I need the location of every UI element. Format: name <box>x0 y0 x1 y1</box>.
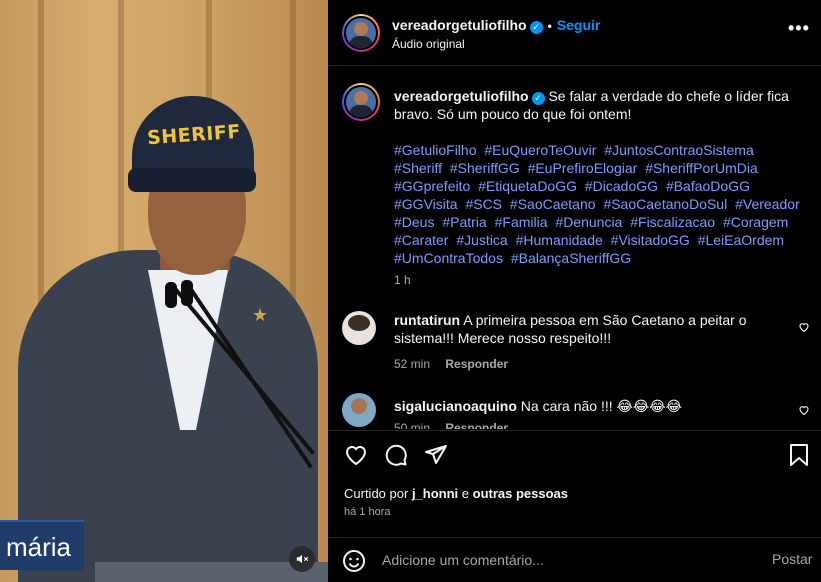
comment-meta: 50 min Responder <box>394 421 508 429</box>
post-comment-button[interactable]: Postar <box>772 551 812 567</box>
hashtag-link[interactable]: #Sheriff <box>394 160 442 176</box>
bookmark-icon[interactable] <box>788 443 810 467</box>
reply-button[interactable]: Responder <box>445 421 508 429</box>
verified-badge-icon: ✓ <box>529 21 543 34</box>
hashtag-link[interactable]: #Vereador <box>735 196 800 212</box>
comments-scroll-area[interactable]: vereadorgetuliofilho ✓ Se falar a verdade… <box>328 67 821 429</box>
hashtag-link[interactable]: #DicadoGG <box>585 178 658 194</box>
sheriff-badge-icon: ★ <box>252 305 269 325</box>
post-caption: vereadorgetuliofilho ✓ Se falar a verdade… <box>394 87 794 123</box>
likes-summary: Curtido por j_honni e outras pessoas <box>344 486 568 501</box>
comment-body: sigalucianoaquino Na cara não !!! 😂😂😂😂 <box>394 397 784 415</box>
comment-time: 50 min <box>394 421 431 429</box>
caption-time: 1 h <box>394 273 411 287</box>
hashtag-link[interactable]: #VisitadoGG <box>611 232 690 248</box>
caption-author-avatar[interactable] <box>342 83 380 121</box>
hashtag-link[interactable]: #BalançaSheriffGG <box>511 250 631 266</box>
follow-button[interactable]: Seguir <box>557 17 601 33</box>
microphone-icon <box>181 280 193 306</box>
comment-body: runtatirun A primeira pessoa em São Caet… <box>394 311 784 347</box>
hashtag-link[interactable]: #Carater <box>394 232 448 248</box>
reply-button[interactable]: Responder <box>445 357 508 371</box>
liker-username[interactable]: j_honni <box>412 486 458 501</box>
hashtag-link[interactable]: #JuntosContraoSistema <box>604 142 753 158</box>
likes-others-link[interactable]: outras pessoas <box>473 486 568 501</box>
add-comment-bar: Postar <box>328 537 821 582</box>
author-username[interactable]: vereadorgetuliofilho <box>392 17 527 33</box>
hashtag-link[interactable]: #Denuncia <box>555 214 622 230</box>
hashtag-link[interactable]: #SaoCaetanoDoSul <box>603 196 727 212</box>
hashtag-link[interactable]: #UmContraTodos <box>394 250 503 266</box>
post-actions-bar <box>328 430 821 480</box>
hashtag-link[interactable]: #SCS <box>465 196 502 212</box>
comment-input[interactable] <box>382 549 742 571</box>
likes-prefix: Curtido por <box>344 486 409 501</box>
likes-conjunction: e <box>461 486 470 501</box>
reel-video[interactable]: SHERIFF ★ mária <box>0 0 328 582</box>
comment-username[interactable]: runtatirun <box>394 312 460 328</box>
sheriff-cap-brim <box>128 168 256 192</box>
hashtag-link[interactable]: #Coragem <box>723 214 788 230</box>
share-icon[interactable] <box>424 443 448 467</box>
emoji-icon[interactable] <box>342 549 366 573</box>
commenter-avatar[interactable] <box>342 311 376 345</box>
caption-username[interactable]: vereadorgetuliofilho <box>394 88 529 104</box>
comment-meta: 52 min Responder <box>394 357 508 371</box>
comment-time: 52 min <box>394 357 431 371</box>
commenter-avatar[interactable] <box>342 393 376 427</box>
heart-icon[interactable] <box>344 443 368 467</box>
original-audio-link[interactable]: Áudio original <box>392 37 465 51</box>
hashtag-link[interactable]: #Patria <box>442 214 486 230</box>
hashtag-link[interactable]: #BafaoDoGG <box>666 178 750 194</box>
lower-third-text: mária <box>6 532 72 562</box>
lower-third-caption: mária <box>0 520 84 570</box>
hashtag-link[interactable]: #Deus <box>394 214 434 230</box>
post-header: vereadorgetuliofilho ✓ • Seguir Áudio origi… <box>328 0 821 66</box>
comment-text: Na cara não !!! 😂😂😂😂 <box>520 398 682 414</box>
hashtag-link[interactable]: #SheriffGG <box>450 160 520 176</box>
hashtag-link[interactable]: #GGprefeito <box>394 178 470 194</box>
hashtag-link[interactable]: #EuQueroTeOuvir <box>484 142 596 158</box>
hashtag-link[interactable]: #Justica <box>456 232 507 248</box>
comment-icon[interactable] <box>384 443 408 467</box>
hashtag-link[interactable]: #Familia <box>495 214 548 230</box>
post-sidebar: vereadorgetuliofilho ✓ • Seguir Áudio origi… <box>328 0 821 582</box>
hashtag-link[interactable]: #EtiquetaDoGG <box>478 178 577 194</box>
hashtag-link[interactable]: #GGVisita <box>394 196 458 212</box>
hashtag-link[interactable]: #Fiscalizacao <box>630 214 715 230</box>
hashtag-link[interactable]: #LeiEaOrdem <box>698 232 784 248</box>
hashtag-link[interactable]: #SaoCaetano <box>510 196 596 212</box>
author-avatar[interactable] <box>342 14 380 52</box>
more-options-icon[interactable]: ••• <box>788 18 810 39</box>
hashtag-link[interactable]: #SheriffPorUmDia <box>645 160 758 176</box>
comment-username[interactable]: sigalucianoaquino <box>394 398 517 414</box>
hashtag-link[interactable]: #GetulioFilho <box>394 142 477 158</box>
separator-dot: • <box>547 19 552 33</box>
author-line: vereadorgetuliofilho ✓ • Seguir <box>392 17 600 34</box>
hashtag-link[interactable]: #Humanidade <box>516 232 603 248</box>
hashtag-list: #GetulioFilho #EuQueroTeOuvir #JuntosCon… <box>394 141 804 267</box>
heart-icon[interactable] <box>798 321 810 333</box>
mute-button[interactable] <box>289 546 315 572</box>
heart-icon[interactable] <box>798 404 810 416</box>
speaker-muted-icon <box>296 554 309 564</box>
microphone-icon <box>165 282 177 308</box>
verified-badge-icon: ✓ <box>531 92 545 105</box>
hashtag-link[interactable]: #EuPrefiroElogiar <box>528 160 638 176</box>
post-timestamp: há 1 hora <box>344 506 391 518</box>
